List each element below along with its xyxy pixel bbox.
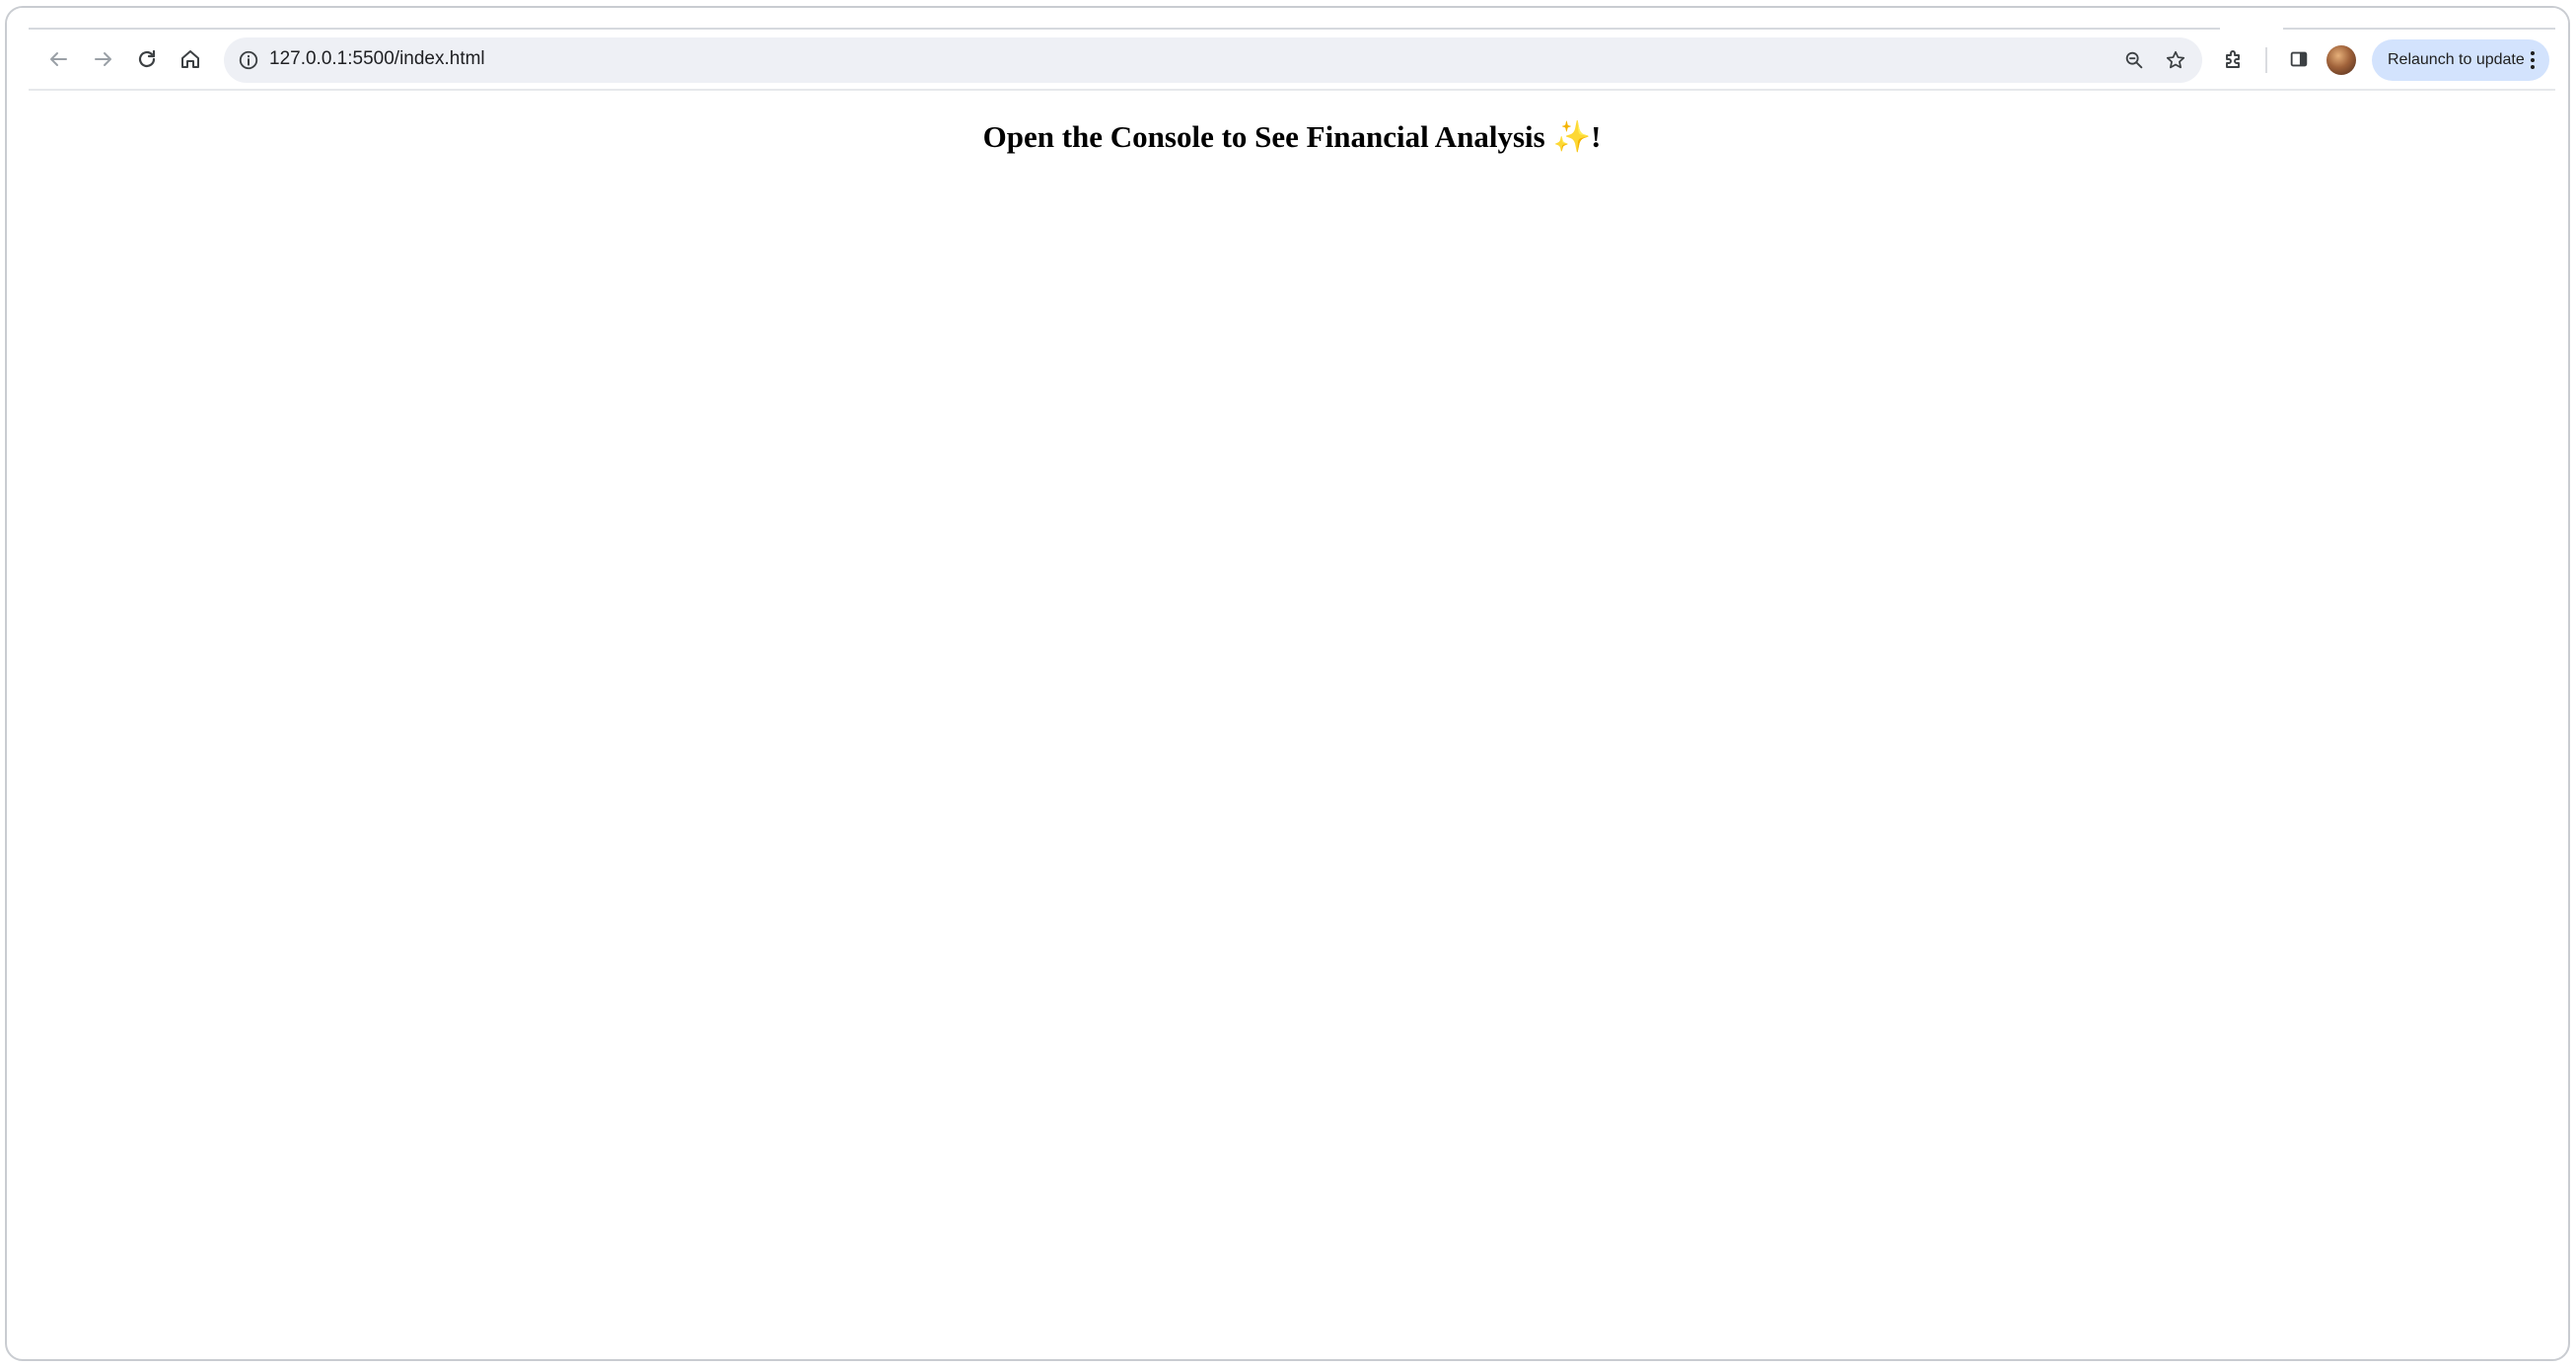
sparkles-icon: ✨ <box>1552 119 1592 154</box>
extensions-button[interactable] <box>2214 39 2254 79</box>
relaunch-to-update-button[interactable]: Relaunch to update <box>2372 39 2549 81</box>
side-panel-button[interactable] <box>2279 39 2319 79</box>
side-panel-icon <box>2290 51 2308 67</box>
back-button[interactable] <box>38 39 78 79</box>
back-arrow-icon <box>50 52 67 66</box>
site-info-button[interactable] <box>234 45 263 75</box>
page-heading-suffix: ! <box>1591 119 1602 154</box>
star-icon <box>2166 50 2185 69</box>
tab-strip-divider <box>29 28 2220 30</box>
info-icon <box>239 50 258 70</box>
tab-strip <box>7 8 2568 30</box>
reload-button[interactable] <box>127 39 167 79</box>
toolbar-divider <box>2265 47 2267 73</box>
home-button[interactable] <box>171 39 210 79</box>
puzzle-icon <box>2226 50 2240 68</box>
forward-arrow-icon <box>95 52 111 66</box>
home-icon <box>181 50 199 68</box>
profile-avatar[interactable] <box>2326 45 2356 75</box>
bookmark-button[interactable] <box>2161 45 2190 75</box>
forward-button[interactable] <box>84 39 123 79</box>
page-heading: Open the Console to See Financial Analys… <box>29 118 2555 155</box>
browser-window: 127.0.0.1:5500/index.html Relaunch to up… <box>5 6 2570 1361</box>
zoom-button[interactable] <box>2119 45 2149 75</box>
tab-strip-divider-right <box>2283 28 2555 30</box>
page-heading-text: Open the Console to See Financial Analys… <box>982 119 1545 154</box>
browser-toolbar: 127.0.0.1:5500/index.html Relaunch to up… <box>29 32 2555 91</box>
zoom-icon <box>2125 51 2143 69</box>
page-content: Open the Console to See Financial Analys… <box>29 93 2555 1359</box>
reload-icon <box>138 49 156 68</box>
address-bar[interactable]: 127.0.0.1:5500/index.html <box>224 37 2202 83</box>
kebab-menu-icon <box>2531 51 2535 69</box>
url-text[interactable]: 127.0.0.1:5500/index.html <box>269 48 485 70</box>
relaunch-label: Relaunch to update <box>2388 51 2525 68</box>
